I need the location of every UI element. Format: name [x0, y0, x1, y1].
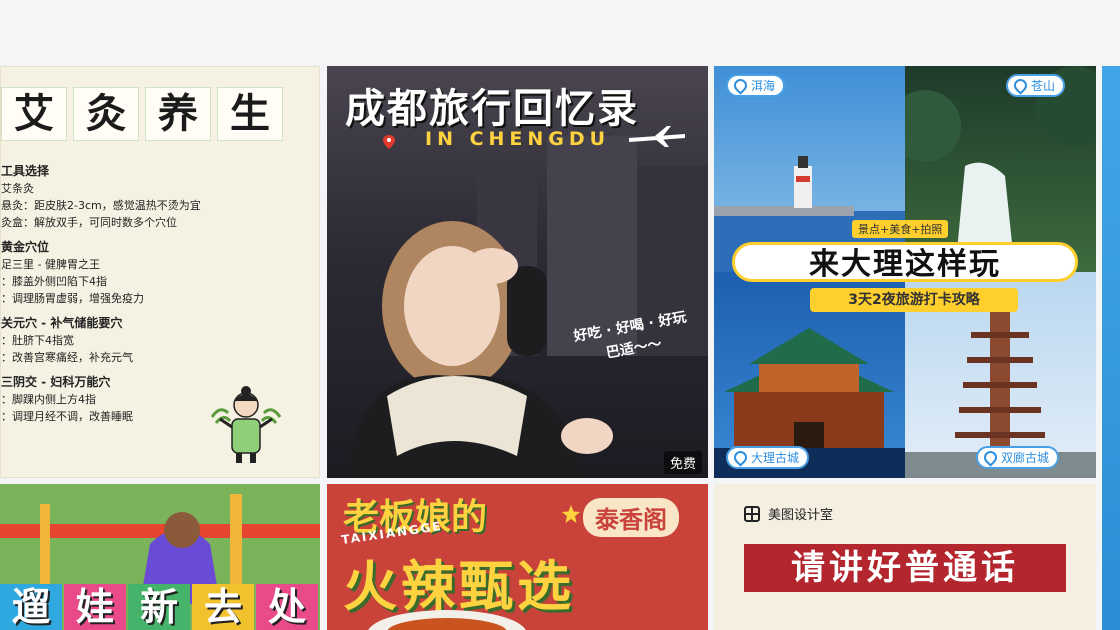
- text-line: 艾条灸: [1, 182, 34, 195]
- title-char: 遛: [0, 584, 62, 630]
- card-title: 请讲好普通话: [744, 544, 1066, 592]
- location-tag: 苍山: [1006, 74, 1066, 97]
- free-badge: 免费: [663, 451, 702, 474]
- location-label: 苍山: [1031, 79, 1056, 93]
- cartoon-figure-illustration: [210, 386, 282, 463]
- text-line: 关元穴 - 补气储能要穴: [1, 316, 123, 330]
- text-line: ：调理肠胃虚弱，增强免疫力: [1, 292, 144, 305]
- title-char: 新: [128, 584, 190, 630]
- card-subtitle: IN CHENGDU: [425, 128, 611, 150]
- title-char: 去: [192, 584, 254, 630]
- title-char: 艾: [1, 87, 67, 141]
- text-line: 悬灸：距皮肤2-3cm，感觉温热不烫为宜: [1, 199, 201, 212]
- location-label: 大理古城: [751, 451, 800, 465]
- title-char: 处: [256, 584, 318, 630]
- text-line: ：肚脐下4指宽: [1, 334, 74, 347]
- card-title: 成都旅行回忆录: [345, 86, 639, 132]
- text-line: 工具选择: [1, 164, 50, 178]
- template-card-spicy-food[interactable]: 老板娘的 泰香阁 TAIXIANGGE 火辣甄选: [327, 484, 708, 630]
- location-pin-icon: [731, 448, 750, 467]
- food-plate-image: [368, 610, 526, 630]
- location-label: 洱海: [751, 79, 776, 93]
- location-tag: 双廊古城: [976, 446, 1060, 469]
- text-line: 灸盒：解放双手，可同时数多个穴位: [1, 216, 177, 229]
- star-icon: [562, 505, 580, 523]
- location-pin-icon: [1011, 76, 1030, 95]
- brand-label: 美图设计室: [744, 504, 833, 523]
- card-title: 遛 娃 新 去 处: [0, 584, 318, 630]
- brand-logo-icon: [744, 505, 760, 522]
- top-bar: [0, 0, 1120, 64]
- card-title: 艾 灸 养 生: [1, 87, 283, 141]
- location-tag: 大理古城: [726, 446, 810, 469]
- text-line: 足三里 - 健脾胃之王: [1, 258, 100, 271]
- template-card-chengdu[interactable]: 成都旅行回忆录 IN CHENGDU 好吃 · 好喝 · 好玩 巴适～～ 免费: [327, 66, 708, 478]
- text-line: ：改善宫寒痛经，补充元气: [1, 351, 133, 364]
- brand-name: 美图设计室: [768, 508, 834, 523]
- location-pin-icon: [731, 76, 750, 95]
- airplane-icon: [629, 126, 685, 147]
- template-card-moxibustion[interactable]: 艾 灸 养 生 工具选择艾条灸悬灸：距皮肤2-3cm，感觉温热不烫为宜 灸盒：解放…: [0, 66, 320, 478]
- title-char: 灸: [73, 87, 139, 141]
- title-char: 娃: [64, 584, 126, 630]
- location-label: 双廊古城: [1001, 451, 1050, 465]
- template-card-partial[interactable]: [1102, 66, 1120, 630]
- card-subtitle: 3天2夜旅游打卡攻略: [810, 288, 1018, 312]
- card-title: 来大理这样玩: [732, 242, 1078, 282]
- location-pin-icon: [981, 448, 1000, 467]
- title-char: 生: [217, 87, 283, 141]
- text-line: ：膝盖外侧凹陷下4指: [1, 275, 107, 288]
- location-pin-icon: [383, 135, 395, 149]
- text-line: 黄金穴位: [1, 240, 50, 254]
- brand-pill: 泰香阁: [583, 498, 679, 537]
- template-card-kids[interactable]: 遛 娃 新 去 处: [0, 484, 320, 630]
- template-card-dali[interactable]: 洱海 苍山 大理古城 双廊古城 景点+美食+拍照 来大理这样玩 3天2夜旅游打卡…: [714, 66, 1096, 478]
- template-card-mandarin[interactable]: 美图设计室 请讲好普通话: [714, 484, 1096, 630]
- title-char: 养: [145, 87, 211, 141]
- location-tag: 洱海: [726, 74, 786, 97]
- mini-tag: 景点+美食+拍照: [852, 220, 949, 238]
